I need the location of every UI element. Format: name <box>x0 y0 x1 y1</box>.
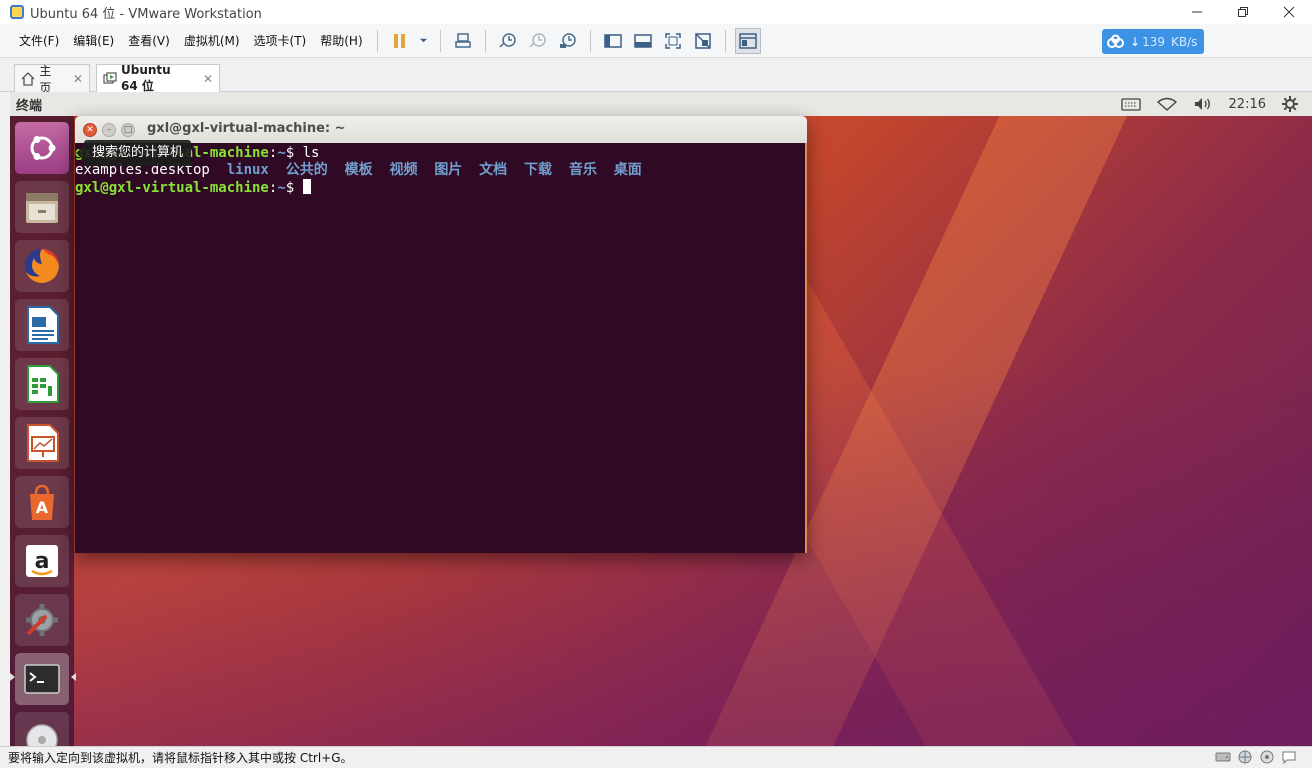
fullscreen-icon[interactable] <box>660 28 686 54</box>
terminal-body[interactable]: gxl@gxl-virtual-machine:~$ ls examples.d… <box>75 143 807 553</box>
volume-icon[interactable] <box>1193 97 1213 111</box>
vmware-logo-icon <box>10 5 24 19</box>
speed-unit: KB/s <box>1170 34 1198 49</box>
toolbar-divider <box>589 29 591 52</box>
toolbar-divider <box>376 29 378 52</box>
menu-tabs[interactable]: 选项卡(T) <box>247 30 314 52</box>
download-arrow: ↓ <box>1130 34 1141 49</box>
menu-view[interactable]: 查看(V) <box>121 30 177 52</box>
running-indicator-icon <box>10 673 15 681</box>
close-icon[interactable]: ✕ <box>83 122 97 137</box>
toolbar-divider <box>439 29 441 52</box>
tab-bar: 主页 ✕ Ubuntu 64 位 ✕ <box>0 58 1312 95</box>
thumbnail-icon[interactable] <box>734 27 761 54</box>
menu-edit[interactable]: 编辑(E) <box>66 30 121 52</box>
network-speed-widget[interactable]: ↓ 139 KB/s <box>1102 29 1204 54</box>
toolbar-divider <box>484 29 486 52</box>
menu-toolbar: 文件(F) 编辑(E) 查看(V) 虚拟机(M) 选项卡(T) 帮助(H) ↓ … <box>0 24 1312 58</box>
console-view-icon[interactable] <box>630 28 656 54</box>
restore-icon[interactable] <box>1220 0 1266 24</box>
close-icon[interactable] <box>1266 0 1312 24</box>
status-text: 要将输入定向到该虚拟机，请将鼠标指针移入其中或按 Ctrl+G。 <box>8 751 353 765</box>
system-settings-icon[interactable] <box>15 594 69 646</box>
terminal-line: gxl@gxl-virtual-machine:~$ <box>75 179 805 196</box>
svg-text:A: A <box>36 498 49 517</box>
ubuntu-dash-icon[interactable] <box>15 122 69 174</box>
vm-icon <box>103 71 117 87</box>
library-icon[interactable] <box>600 28 626 54</box>
indicator-area: 22:16 <box>1113 92 1306 116</box>
vm-screen[interactable]: 终端 22:16 A a 搜索您的计算机 ✕ – □ gxl@gxl-virtu… <box>10 92 1312 746</box>
writer-icon[interactable] <box>15 299 69 351</box>
window-title: Ubuntu 64 位 - VMware Workstation <box>30 6 262 22</box>
impress-icon[interactable] <box>15 417 69 469</box>
tab-home[interactable]: 主页 ✕ <box>14 64 90 95</box>
launcher-tooltip: 搜索您的计算机 <box>75 140 192 166</box>
tab-close-icon[interactable]: ✕ <box>203 72 213 86</box>
clock[interactable]: 22:16 <box>1229 97 1266 112</box>
active-app-name: 终端 <box>16 98 43 114</box>
speed-value: 139 <box>1142 34 1165 49</box>
tab-ubuntu[interactable]: Ubuntu 64 位 ✕ <box>96 63 220 93</box>
terminal-window[interactable]: ✕ – □ gxl@gxl-virtual-machine: ~ gxl@gxl… <box>75 116 807 553</box>
software-icon[interactable]: A <box>15 476 69 528</box>
keyboard-icon[interactable] <box>1120 97 1141 111</box>
device-icons <box>1210 749 1298 765</box>
send-ctrl-alt-del-icon[interactable] <box>450 28 476 54</box>
files-icon[interactable] <box>15 181 69 233</box>
dvd-icon[interactable] <box>15 712 69 746</box>
ubuntu-top-panel: 终端 22:16 <box>10 92 1312 116</box>
revert-snapshot-icon[interactable] <box>525 28 551 54</box>
menu-vm[interactable]: 虚拟机(M) <box>177 30 247 52</box>
svg-text:a: a <box>35 549 50 574</box>
firefox-icon[interactable] <box>15 240 69 292</box>
settings-icon[interactable] <box>1282 96 1298 112</box>
cd-drive-icon[interactable] <box>1258 749 1276 765</box>
tab-label: Ubuntu 64 位 <box>121 63 171 93</box>
snapshot-icon[interactable] <box>495 28 521 54</box>
snapshot-manager-icon[interactable] <box>555 28 581 54</box>
text-cursor <box>302 179 311 194</box>
toolbar-divider <box>724 29 726 52</box>
status-bar: 要将输入定向到该虚拟机，请将鼠标指针移入其中或按 Ctrl+G。 <box>0 746 1312 768</box>
amazon-icon[interactable]: a <box>15 535 69 587</box>
wifi-icon[interactable] <box>1156 97 1177 111</box>
home-icon <box>21 71 35 87</box>
window-titlebar: Ubuntu 64 位 - VMware Workstation <box>0 0 1312 24</box>
maximize-icon[interactable]: □ <box>121 122 135 137</box>
terminal-icon[interactable] <box>15 653 69 705</box>
menu-help[interactable]: 帮助(H) <box>313 30 369 52</box>
tab-close-icon[interactable]: ✕ <box>73 72 83 86</box>
hard-disk-icon[interactable] <box>1214 749 1232 765</box>
unity-launcher: A a <box>10 116 76 746</box>
unity-icon[interactable] <box>690 28 716 54</box>
pause-icon[interactable] <box>387 28 413 54</box>
window-controls <box>1174 0 1312 24</box>
network-icon[interactable] <box>1236 749 1254 765</box>
tab-label: 主页 <box>39 63 52 95</box>
dropdown-icon[interactable] <box>417 28 431 54</box>
calc-icon[interactable] <box>15 358 69 410</box>
terminal-title: gxl@gxl-virtual-machine: ~ <box>147 121 346 136</box>
message-icon[interactable] <box>1280 749 1298 765</box>
minimize-icon[interactable]: – <box>102 122 116 137</box>
menu-file[interactable]: 文件(F) <box>12 30 66 52</box>
minimize-icon[interactable] <box>1174 0 1220 24</box>
active-indicator-icon <box>71 673 76 681</box>
cloud-icon <box>1102 34 1130 50</box>
terminal-titlebar[interactable]: ✕ – □ gxl@gxl-virtual-machine: ~ <box>75 116 807 143</box>
